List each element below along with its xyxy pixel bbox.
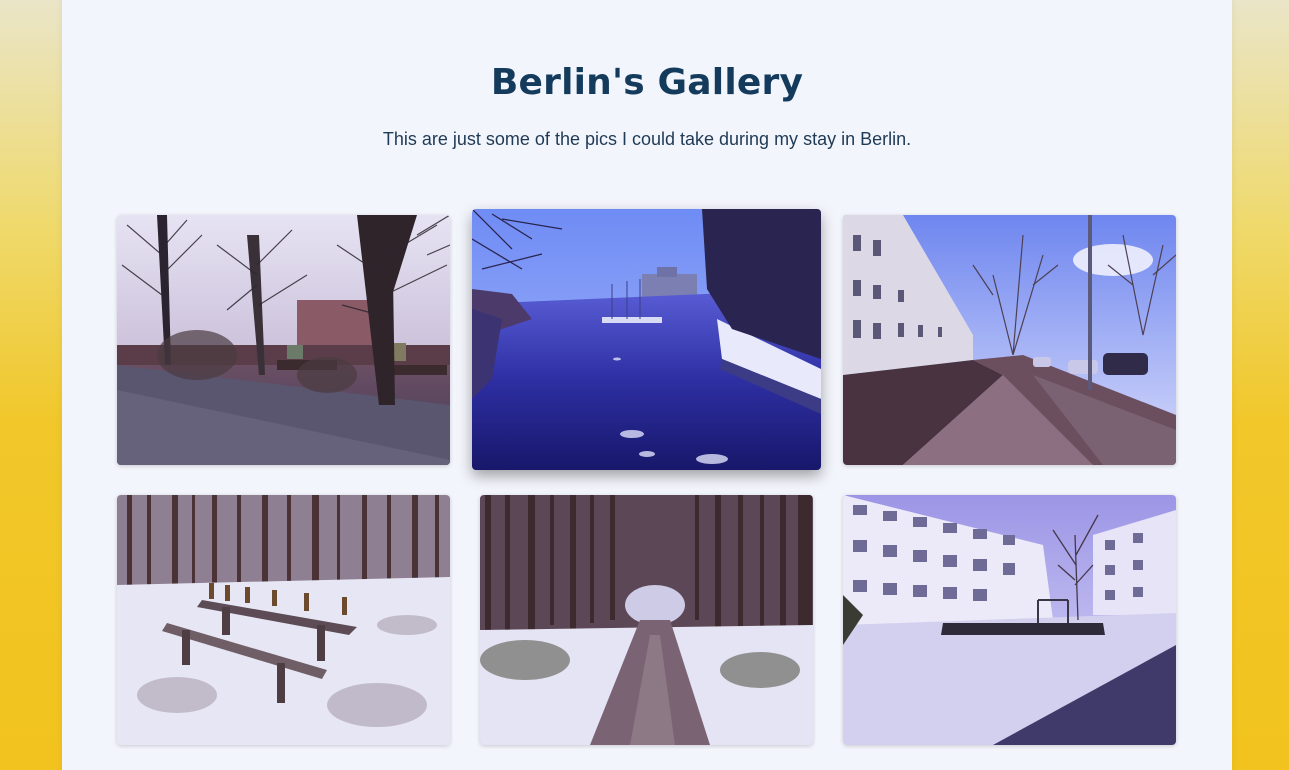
gallery-photo-forest-path[interactable]: [480, 495, 813, 745]
page-title: Berlin's Gallery: [490, 62, 804, 103]
gallery-photo-street[interactable]: [843, 215, 1176, 465]
gallery-photo-river[interactable]: [472, 209, 821, 470]
gallery-photo-forest-bench[interactable]: [117, 495, 450, 745]
photo-image: [480, 495, 813, 745]
page-subtitle: This are just some of the pics I could t…: [382, 129, 912, 149]
gallery-card: Berlin's Gallery This are just some of t…: [62, 0, 1232, 770]
gallery-photo-courtyard[interactable]: [843, 495, 1176, 745]
photo-image: [117, 215, 450, 465]
photo-image: [117, 495, 450, 745]
gallery-photo-park[interactable]: [117, 215, 450, 465]
photo-image: [843, 215, 1176, 465]
photo-image: [843, 495, 1176, 745]
photo-image: [472, 209, 821, 470]
